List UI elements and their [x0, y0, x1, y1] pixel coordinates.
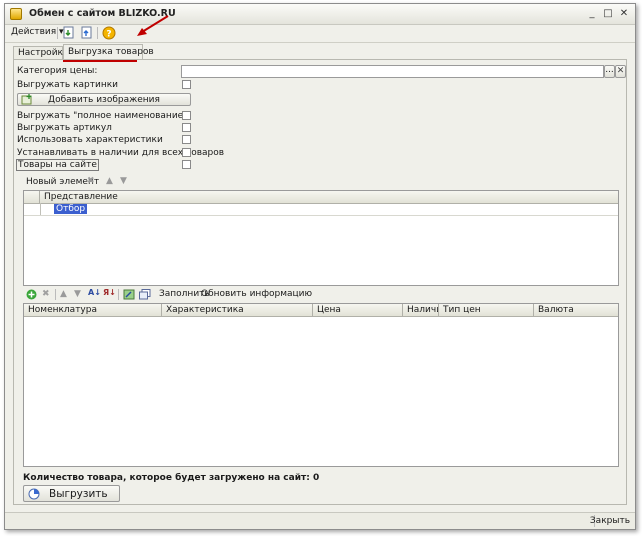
tab-content: Категория цены: ... ✕ Выгружать картинки…	[13, 59, 627, 505]
filter-grid: Представление Отбор	[23, 190, 619, 286]
tab-goods-export[interactable]: Выгрузка товаров	[63, 44, 154, 60]
full-name-label: Выгружать "полное наименование"	[17, 111, 188, 121]
app-icon	[10, 8, 22, 20]
set-availability-label: Устанавливать в наличии для всех товаров	[17, 148, 225, 158]
maximize-icon[interactable]: □	[601, 7, 615, 20]
sort-descending-icon[interactable]: Я↓	[103, 288, 116, 297]
characteristics-checkbox[interactable]	[182, 135, 191, 144]
status-bar: Закрыть	[5, 512, 635, 529]
export-icon	[28, 488, 40, 500]
exchange-window: Обмен с сайтом BLIZKO.RU _ □ ✕ Действия …	[4, 3, 636, 530]
article-label: Выгружать артикул	[17, 123, 112, 133]
price-category-label: Категория цены:	[17, 66, 98, 76]
arrow-down-icon[interactable]: ▼	[120, 176, 127, 186]
article-checkbox[interactable]	[182, 123, 191, 132]
set-availability-checkbox[interactable]	[182, 148, 191, 157]
move-up-icon[interactable]: ▲	[60, 289, 67, 299]
delete-row-icon[interactable]: ✖	[42, 289, 50, 299]
add-images-button[interactable]: Добавить изображения	[17, 93, 191, 106]
filter-row-label: Отбор	[54, 204, 88, 214]
select-button[interactable]: ...	[604, 65, 615, 78]
title-bar: Обмен с сайтом BLIZKO.RU _ □ ✕	[5, 4, 635, 25]
column-currency[interactable]: Валюта	[534, 304, 618, 316]
arrow-up-icon[interactable]: ▲	[106, 176, 113, 186]
edit-pencil-icon[interactable]	[123, 289, 135, 303]
upload-icon[interactable]	[80, 26, 94, 40]
column-price-type[interactable]: Тип цен	[439, 304, 534, 316]
tab-settings[interactable]: Настройки	[13, 46, 69, 60]
goods-grid: Номенклатура Характеристика Цена Наличие…	[23, 303, 619, 467]
export-images-checkbox[interactable]	[182, 80, 191, 89]
export-button-label: Выгрузить	[49, 488, 108, 500]
column-characteristic[interactable]: Характеристика	[162, 304, 313, 316]
column-availability[interactable]: Наличие	[403, 304, 439, 316]
close-button[interactable]: Закрыть	[590, 516, 630, 526]
characteristics-label: Использовать характеристики	[17, 135, 163, 145]
help-icon[interactable]: ?	[102, 26, 116, 40]
move-down-icon[interactable]: ▼	[74, 289, 81, 299]
export-button[interactable]: Выгрузить	[23, 485, 120, 502]
copy-icon[interactable]	[139, 289, 151, 303]
svg-text:?: ?	[106, 30, 111, 40]
sort-ascending-icon[interactable]: A↓	[88, 288, 101, 297]
clear-icon[interactable]: ✕	[615, 65, 626, 78]
minimize-icon[interactable]: _	[585, 7, 599, 20]
filter-column-header: Представление	[44, 192, 118, 202]
price-category-input[interactable]	[181, 65, 604, 78]
column-price[interactable]: Цена	[313, 304, 403, 316]
actions-menu[interactable]: Действия ▾	[11, 27, 64, 37]
add-images-label: Добавить изображения	[48, 95, 160, 105]
filter-grid-checkcol	[24, 191, 40, 203]
goods-grid-header: Номенклатура Характеристика Цена Наличие…	[24, 304, 618, 317]
goods-on-site-checkbox[interactable]	[182, 160, 191, 169]
goods-on-site-label[interactable]: Товары на сайте	[16, 159, 99, 171]
full-name-checkbox[interactable]	[182, 111, 191, 120]
add-row-icon[interactable]	[26, 289, 37, 303]
download-icon[interactable]	[62, 26, 76, 40]
delete-icon[interactable]: ✖	[87, 176, 95, 186]
goods-count-label: Количество товара, которое будет загруже…	[23, 473, 320, 483]
export-images-label: Выгружать картинки	[17, 80, 119, 90]
toolbar: Действия ▾ ?	[5, 24, 635, 43]
column-nomenclature[interactable]: Номенклатура	[24, 304, 162, 316]
annotation-arrow-icon	[137, 15, 169, 36]
table-row[interactable]: Отбор	[24, 203, 618, 216]
actions-label: Действия	[11, 27, 57, 37]
refresh-info-button[interactable]: Обновить информацию	[201, 289, 312, 299]
close-icon[interactable]: ✕	[617, 7, 631, 20]
